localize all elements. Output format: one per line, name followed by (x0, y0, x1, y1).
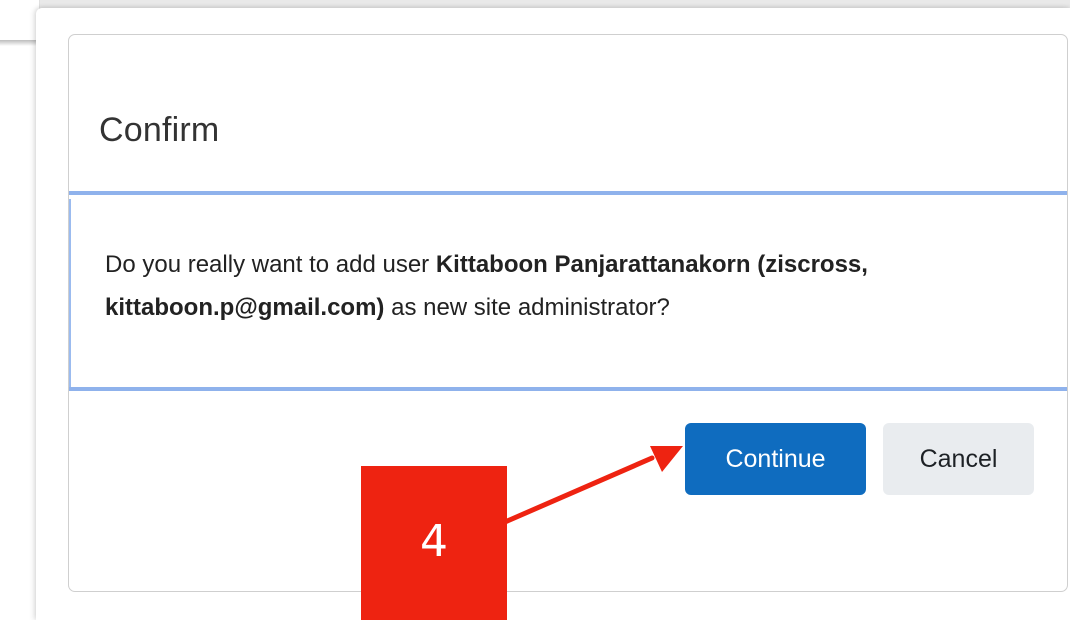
confirm-modal: Confirm Do you really want to add user K… (68, 34, 1068, 592)
modal-header: Confirm (69, 35, 1067, 195)
message-prefix: Do you really want to add user (105, 251, 436, 278)
cancel-button[interactable]: Cancel (883, 423, 1034, 495)
step-callout-box: 4 (361, 466, 507, 620)
background-header-edge (0, 40, 36, 46)
modal-footer: Continue Cancel (69, 387, 1067, 591)
message-suffix: as new site administrator? (384, 294, 670, 321)
screenshot-stage: Confirm Do you really want to add user K… (0, 0, 1070, 620)
modal-body: Do you really want to add user Kittaboon… (69, 199, 1067, 387)
confirmation-message: Do you really want to add user Kittaboon… (105, 243, 1045, 329)
background-left-strip (0, 0, 40, 620)
step-number-label: 4 (420, 516, 448, 567)
modal-title: Confirm (99, 111, 220, 149)
continue-button[interactable]: Continue (685, 423, 866, 495)
